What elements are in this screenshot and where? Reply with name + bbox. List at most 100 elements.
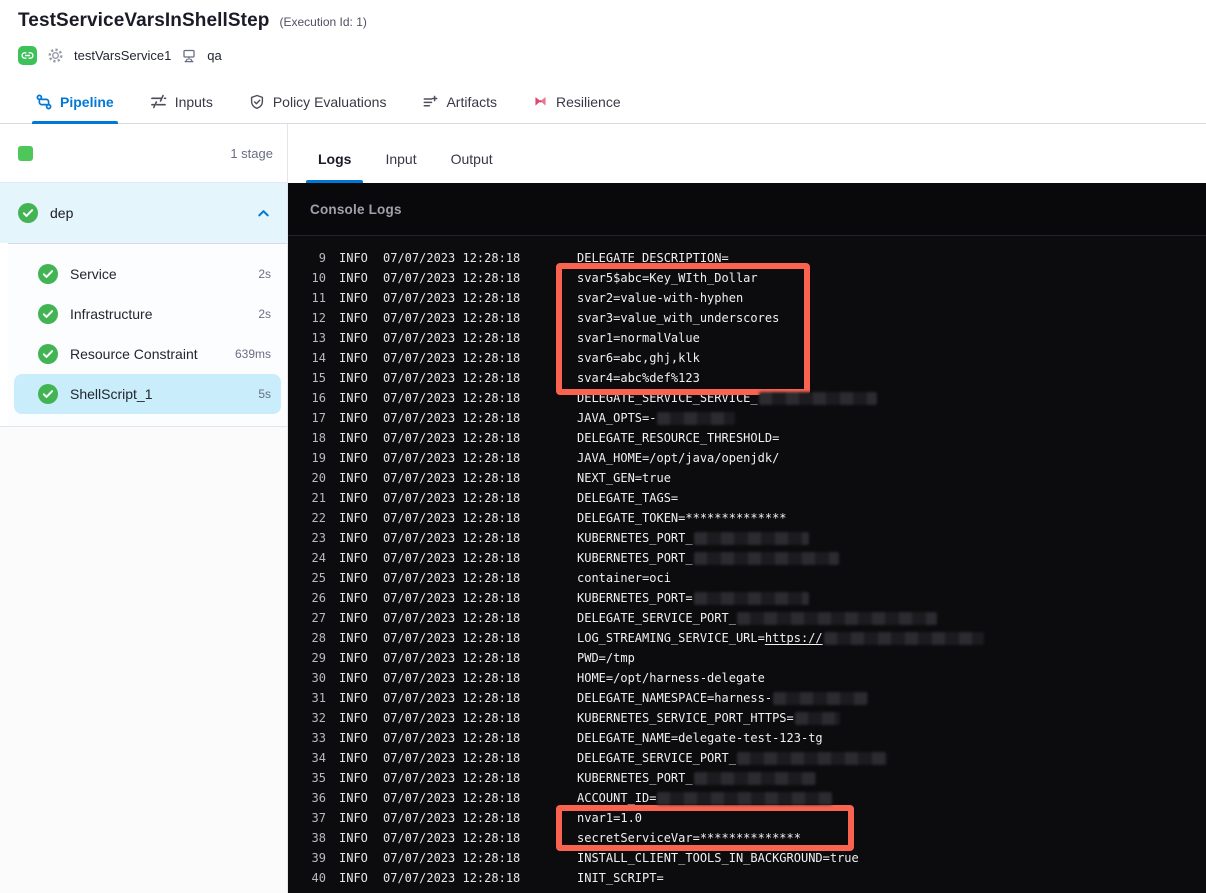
step-label: Service [70, 266, 117, 282]
log-timestamp: 07/07/2023 12:28:18 [383, 611, 521, 625]
log-row: 15 INFO 07/07/2023 12:28:18 svar4=abc%de… [288, 368, 1206, 388]
tab-output[interactable]: Output [448, 151, 496, 183]
log-row: 24 INFO 07/07/2023 12:28:18 KUBERNETES_P… [288, 548, 1206, 568]
log-level: INFO [339, 791, 368, 805]
step-duration: 5s [258, 387, 271, 401]
log-timestamp: 07/07/2023 12:28:18 [383, 751, 521, 765]
log-message-text: JAVA_HOME=/opt/java/openjdk/ [577, 451, 780, 465]
log-row: 21 INFO 07/07/2023 12:28:18 DELEGATE_TAG… [288, 488, 1206, 508]
step-shellscript-1[interactable]: ShellScript_1 5s [14, 374, 281, 414]
log-row: 38 INFO 07/07/2023 12:28:18 secretServic… [288, 828, 1206, 848]
log-line-number: 32 [311, 711, 326, 725]
log-line-number: 36 [311, 791, 326, 805]
environment-name[interactable]: qa [207, 48, 221, 63]
log-timestamp: 07/07/2023 12:28:18 [383, 811, 521, 825]
log-url-link[interactable]: https:// [765, 631, 823, 645]
log-line-number: 37 [311, 811, 326, 825]
resilience-icon [533, 94, 548, 109]
log-row: 33 INFO 07/07/2023 12:28:18 DELEGATE_NAM… [288, 728, 1206, 748]
log-row: 30 INFO 07/07/2023 12:28:18 HOME=/opt/ha… [288, 668, 1206, 688]
log-line-number: 27 [311, 611, 326, 625]
log-message: DELEGATE_SERVICE_SERVICE_ [577, 391, 877, 405]
tab-artifacts-label: Artifacts [446, 93, 498, 110]
tab-resilience-label: Resilience [556, 93, 621, 110]
log-timestamp: 07/07/2023 12:28:18 [383, 451, 521, 465]
log-message-text: INSTALL_CLIENT_TOOLS_IN_BACKGROUND=true [577, 851, 859, 865]
log-timestamp: 07/07/2023 12:28:18 [383, 431, 521, 445]
log-timestamp: 07/07/2023 12:28:18 [383, 551, 521, 565]
log-level: INFO [339, 471, 368, 485]
console-log-list[interactable]: 9 INFO 07/07/2023 12:28:18 DELEGATE_DESC… [288, 235, 1206, 893]
stage-group-dep[interactable]: dep [0, 183, 287, 243]
log-line-number: 17 [311, 411, 326, 425]
log-timestamp: 07/07/2023 12:28:18 [383, 871, 521, 885]
step-label: Infrastructure [70, 306, 153, 322]
log-timestamp: 07/07/2023 12:28:18 [383, 691, 521, 705]
log-message-text: container=oci [577, 571, 671, 585]
log-level: INFO [339, 731, 368, 745]
log-line-number: 29 [311, 651, 326, 665]
log-message: DELEGATE_SERVICE_PORT_ [577, 611, 937, 625]
log-tab-bar: Logs Input Output [288, 124, 1206, 183]
tab-pipeline[interactable]: Pipeline [32, 80, 118, 124]
log-row: 9 INFO 07/07/2023 12:28:18 DELEGATE_DESC… [288, 248, 1206, 268]
log-level: INFO [339, 751, 368, 765]
tab-policy-evaluations[interactable]: Policy Evaluations [249, 80, 386, 123]
log-level: INFO [339, 831, 368, 845]
log-level: INFO [339, 591, 368, 605]
success-check-icon [18, 203, 38, 223]
step-resource-constraint[interactable]: Resource Constraint 639ms [14, 334, 281, 374]
log-message-text: DELEGATE_SERVICE_PORT_ [577, 611, 736, 625]
log-timestamp: 07/07/2023 12:28:18 [383, 471, 521, 485]
log-message: svar6=abc,ghj,klk [577, 351, 700, 365]
log-level: INFO [339, 571, 368, 585]
log-timestamp: 07/07/2023 12:28:18 [383, 491, 521, 505]
log-message-text: KUBERNETES_PORT_ [577, 531, 693, 545]
log-level: INFO [339, 491, 368, 505]
redacted-value [736, 611, 937, 625]
log-message-text: svar5$abc=Key_WIth_Dollar [577, 271, 758, 285]
log-level: INFO [339, 631, 368, 645]
tab-logs[interactable]: Logs [305, 151, 365, 183]
log-row: 32 INFO 07/07/2023 12:28:18 KUBERNETES_S… [288, 708, 1206, 728]
log-message-text: LOG_STREAMING_SERVICE_URL= [577, 631, 765, 645]
content: 1 stage dep Service 2s Infrastructure 2s [0, 124, 1206, 893]
stage-status-square[interactable] [18, 145, 33, 161]
step-infrastructure[interactable]: Infrastructure 2s [14, 294, 281, 334]
chevron-up-icon[interactable] [256, 206, 271, 221]
log-line-number: 24 [311, 551, 326, 565]
tab-resilience[interactable]: Resilience [533, 80, 621, 123]
log-line-number: 34 [311, 751, 326, 765]
log-timestamp: 07/07/2023 12:28:18 [383, 651, 521, 665]
log-message-text: PWD=/tmp [577, 651, 635, 665]
log-row: 11 INFO 07/07/2023 12:28:18 svar2=value-… [288, 288, 1206, 308]
log-row: 16 INFO 07/07/2023 12:28:18 DELEGATE_SER… [288, 388, 1206, 408]
log-timestamp: 07/07/2023 12:28:18 [383, 271, 521, 285]
console-logs-header[interactable]: Console Logs [288, 183, 1206, 235]
log-level: INFO [339, 811, 368, 825]
log-line-number: 14 [311, 351, 326, 365]
log-message-text: KUBERNETES_SERVICE_PORT_HTTPS= [577, 711, 794, 725]
log-message-text: svar1=normalValue [577, 331, 700, 345]
step-label: Resource Constraint [70, 346, 198, 362]
log-message: DELEGATE_TAGS= [577, 491, 678, 505]
log-level: INFO [339, 351, 368, 365]
log-line-number: 19 [311, 451, 326, 465]
log-row: 19 INFO 07/07/2023 12:28:18 JAVA_HOME=/o… [288, 448, 1206, 468]
step-service[interactable]: Service 2s [14, 254, 281, 294]
title-row: TestServiceVarsInShellStep (Execution Id… [18, 10, 1188, 32]
log-level: INFO [339, 451, 368, 465]
execution-sidebar: 1 stage dep Service 2s Infrastructure 2s [0, 124, 288, 893]
log-timestamp: 07/07/2023 12:28:18 [383, 631, 521, 645]
log-level: INFO [339, 771, 368, 785]
service-name[interactable]: testVarsService1 [74, 48, 171, 63]
log-message-text: KUBERNETES_PORT= [577, 591, 693, 605]
redacted-value [693, 591, 809, 605]
tab-inputs[interactable]: Inputs [150, 80, 213, 123]
tab-input[interactable]: Input [382, 151, 419, 183]
log-row: 35 INFO 07/07/2023 12:28:18 KUBERNETES_P… [288, 768, 1206, 788]
log-message: KUBERNETES_SERVICE_PORT_HTTPS= [577, 711, 840, 725]
tab-artifacts[interactable]: Artifacts [422, 80, 497, 123]
execution-id: (Execution Id: 1) [279, 15, 367, 29]
log-timestamp: 07/07/2023 12:28:18 [383, 291, 521, 305]
